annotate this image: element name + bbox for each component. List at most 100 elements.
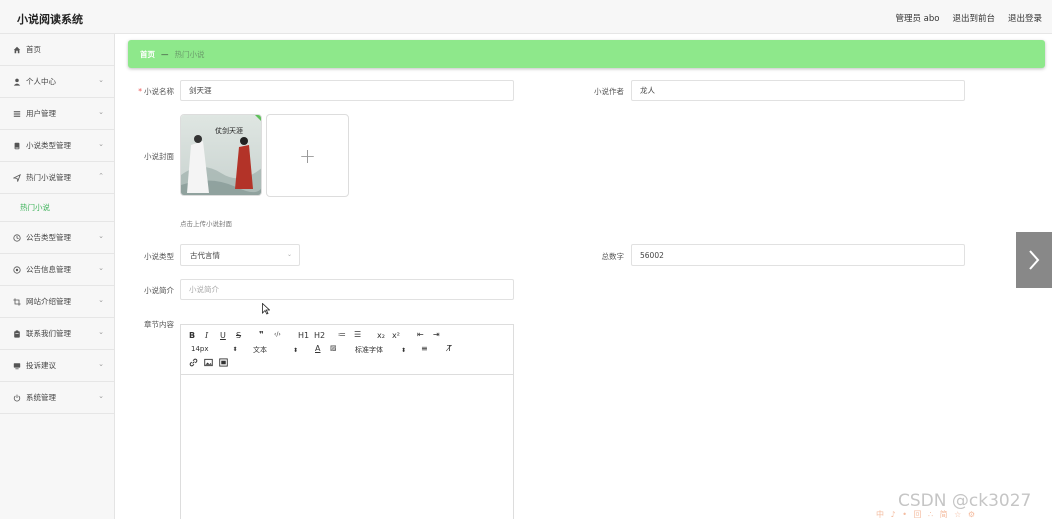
align-icon[interactable]: ≡ bbox=[421, 344, 428, 353]
monitor-icon bbox=[11, 362, 22, 370]
sidebar-item-contact[interactable]: 联系我们管理 ⌄ bbox=[0, 318, 114, 350]
chevron-down-icon: ⌄ bbox=[98, 264, 104, 272]
bullet-list-button[interactable]: ☰ bbox=[354, 330, 361, 339]
word-count-input[interactable]: 56002 bbox=[631, 244, 965, 266]
underline-button[interactable]: U bbox=[220, 331, 226, 340]
editor-toolbar: B I U S ❞ ‹/› H1 H2 ≔ ☰ x₂ x² ⇤ ⇥ 14px ⬍ … bbox=[181, 325, 513, 375]
sidebar-item-label: 首页 bbox=[26, 45, 41, 54]
chevron-down-icon: ⌄ bbox=[98, 232, 104, 240]
top-right-links: 管理员 abo 退出到前台 退出登录 bbox=[895, 12, 1042, 24]
clipboard-icon bbox=[11, 329, 22, 338]
intro-label: 小说简介 bbox=[144, 286, 174, 295]
sidebar-item-label: 系统管理 bbox=[26, 393, 56, 402]
circle-icon bbox=[11, 265, 22, 274]
type-label: 小说类型 bbox=[144, 252, 174, 261]
outdent-button[interactable]: ⇤ bbox=[417, 330, 424, 339]
italic-button[interactable]: I bbox=[205, 331, 208, 340]
upload-cover-button[interactable]: + bbox=[266, 114, 349, 197]
clear-format-button[interactable]: T̸ bbox=[447, 344, 452, 353]
code-button[interactable]: ‹/› bbox=[274, 331, 281, 338]
watermark: CSDN @ck3027 bbox=[898, 491, 1032, 511]
svg-text:仗剑天涯: 仗剑天涯 bbox=[215, 126, 243, 135]
app-title: 小说阅读系统 bbox=[17, 13, 83, 26]
power-icon bbox=[11, 394, 22, 402]
sidebar-item-label: 公告信息管理 bbox=[26, 265, 71, 274]
sidebar-subitem-label: 热门小说 bbox=[20, 203, 50, 212]
words-label: 总数字 bbox=[601, 252, 625, 261]
user-icon bbox=[11, 78, 22, 86]
novel-cover-image[interactable]: 仗剑天涯 bbox=[180, 114, 262, 196]
link-icon[interactable] bbox=[189, 358, 198, 369]
blockquote-button[interactable]: ❞ bbox=[259, 330, 264, 339]
background-color-icon[interactable]: ▨ bbox=[330, 344, 337, 352]
sidebar-item-site-intro[interactable]: 网站介绍管理 ⌄ bbox=[0, 286, 114, 318]
chevron-down-icon: ⌄ bbox=[98, 328, 104, 336]
sidebar-item-novel-types[interactable]: 小说类型管理 ⌄ bbox=[0, 130, 114, 162]
book-icon bbox=[11, 142, 22, 150]
breadcrumb-current: 热门小说 bbox=[174, 49, 205, 59]
novel-type-value: 古代言情 bbox=[190, 250, 220, 260]
novel-type-select[interactable]: 古代言情 ⌄ bbox=[180, 244, 300, 266]
sidebar-item-label: 投诉建议 bbox=[26, 361, 56, 370]
novel-name-input[interactable]: 剑天涯 bbox=[180, 80, 514, 101]
chevron-down-icon: ⌄ bbox=[286, 251, 292, 258]
chapter-editor[interactable]: B I U S ❞ ‹/› H1 H2 ≔ ☰ x₂ x² ⇤ ⇥ 14px ⬍ … bbox=[180, 324, 514, 519]
text-style-select[interactable]: 文本 ⬍ bbox=[253, 345, 298, 355]
chevron-down-icon: ⌄ bbox=[98, 392, 104, 400]
sidebar-item-notice-info[interactable]: 公告信息管理 ⌄ bbox=[0, 254, 114, 286]
font-family-select[interactable]: 标准字体 ⬍ bbox=[355, 345, 406, 355]
h1-button[interactable]: H1 bbox=[298, 331, 309, 340]
author-label: 小说作者 bbox=[594, 87, 624, 96]
name-label: * 小说名称 bbox=[138, 87, 174, 96]
sidebar-item-label: 公告类型管理 bbox=[26, 233, 71, 242]
chapter-label: 章节内容 bbox=[144, 320, 174, 329]
list-icon bbox=[11, 110, 22, 118]
font-size-select[interactable]: 14px ⬍ bbox=[191, 345, 238, 353]
intro-input[interactable]: 小说简介 bbox=[180, 279, 514, 300]
chevron-down-icon: ⌄ bbox=[98, 296, 104, 304]
text-color-button[interactable]: A bbox=[315, 344, 320, 353]
logout-link[interactable]: 退出登录 bbox=[1008, 12, 1042, 24]
sidebar-item-label: 用户管理 bbox=[26, 109, 56, 118]
ordered-list-button[interactable]: ≔ bbox=[338, 330, 346, 339]
novel-author-input[interactable]: 龙人 bbox=[631, 80, 965, 101]
chevron-down-icon: ⌄ bbox=[98, 108, 104, 116]
sidebar-item-hot-novels-mgmt[interactable]: 热门小说管理 ⌃ bbox=[0, 162, 114, 194]
indent-button[interactable]: ⇥ bbox=[433, 330, 440, 339]
sidebar-item-notice-types[interactable]: 公告类型管理 ⌄ bbox=[0, 222, 114, 254]
h2-button[interactable]: H2 bbox=[314, 331, 325, 340]
sidebar-subitem-hot-novels[interactable]: 热门小说 bbox=[0, 194, 114, 222]
send-icon bbox=[11, 173, 22, 182]
sidebar-item-label: 个人中心 bbox=[26, 77, 56, 86]
to-frontend-link[interactable]: 退出到前台 bbox=[952, 12, 995, 24]
upload-hint: 点击上传小说封面 bbox=[180, 220, 232, 228]
home-icon bbox=[11, 46, 22, 54]
chevron-down-icon: ⌄ bbox=[98, 140, 104, 148]
video-icon[interactable] bbox=[219, 358, 228, 369]
chevron-right-icon bbox=[1029, 250, 1040, 270]
strike-button[interactable]: S bbox=[236, 331, 241, 340]
watermark-toolbar: 中 ♪ • 回 ∴ 简 ☆ ⚙ bbox=[876, 510, 978, 519]
next-slide-button[interactable] bbox=[1016, 232, 1052, 288]
clock-icon bbox=[11, 233, 22, 242]
image-icon[interactable] bbox=[204, 358, 213, 369]
sidebar-item-label: 热门小说管理 bbox=[26, 173, 71, 182]
sidebar-item-complaints[interactable]: 投诉建议 ⌄ bbox=[0, 350, 114, 382]
sidebar-item-system[interactable]: 系统管理 ⌄ bbox=[0, 382, 114, 414]
sidebar-item-home[interactable]: 首页 bbox=[0, 34, 114, 66]
cover-art: 仗剑天涯 bbox=[181, 115, 261, 195]
admin-label: 管理员 abo bbox=[895, 14, 940, 24]
cover-label: 小说封面 bbox=[144, 152, 174, 161]
bold-button[interactable]: B bbox=[189, 331, 195, 340]
sidebar-item-users[interactable]: 用户管理 ⌄ bbox=[0, 98, 114, 130]
breadcrumb-home[interactable]: 首页 bbox=[140, 49, 155, 60]
breadcrumb-separator: — bbox=[161, 49, 169, 59]
sidebar: 首页 个人中心 ⌄ 用户管理 ⌄ 小说类型管理 ⌄ 热门小说管理 ⌃ 热门小说 bbox=[0, 34, 115, 519]
chevron-down-icon: ⌄ bbox=[98, 76, 104, 84]
breadcrumb: 首页 — 热门小说 bbox=[128, 40, 1045, 68]
chevron-down-icon: ⌄ bbox=[98, 360, 104, 368]
sidebar-item-label: 网站介绍管理 bbox=[26, 297, 71, 306]
subscript-button[interactable]: x₂ bbox=[377, 331, 385, 340]
sidebar-item-personal[interactable]: 个人中心 ⌄ bbox=[0, 66, 114, 98]
superscript-button[interactable]: x² bbox=[392, 331, 400, 340]
